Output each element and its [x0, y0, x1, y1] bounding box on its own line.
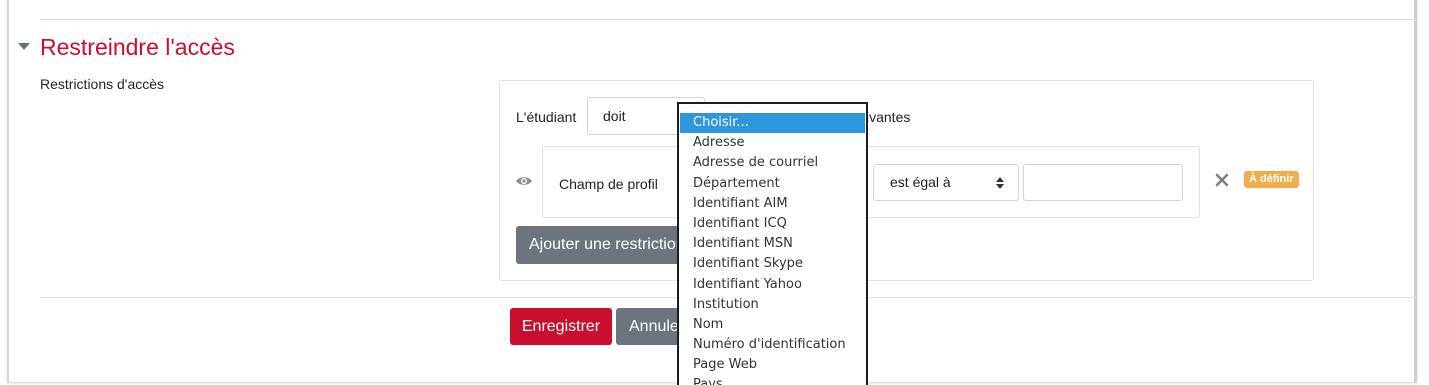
status-badge: À définir: [1244, 171, 1299, 188]
conditions-text: ivantes: [866, 109, 911, 125]
eye-icon[interactable]: [515, 175, 533, 187]
operator-value: est égal à: [890, 174, 951, 190]
dropdown-option[interactable]: Pays: [679, 375, 866, 385]
dropdown-option[interactable]: Identifiant Yahoo: [679, 275, 866, 295]
close-icon[interactable]: [1215, 173, 1229, 187]
dropdown-option[interactable]: Numéro d'identification: [679, 335, 866, 355]
add-restriction-button[interactable]: Ajouter une restriction: [516, 226, 692, 264]
dropdown-option[interactable]: Département: [679, 174, 866, 194]
dropdown-option[interactable]: Nom: [679, 315, 866, 335]
dropdown-option[interactable]: Page Web: [679, 355, 866, 375]
value-input[interactable]: [1023, 164, 1183, 201]
divider: [40, 19, 1416, 20]
operator-select[interactable]: est égal à: [873, 164, 1019, 201]
dropdown-option[interactable]: Identifiant ICQ: [679, 214, 866, 234]
dropdown-option[interactable]: Institution: [679, 295, 866, 315]
profile-field-dropdown[interactable]: Choisir... Adresse Adresse de courriel D…: [677, 102, 868, 385]
save-button[interactable]: Enregistrer: [510, 308, 612, 345]
dropdown-option[interactable]: Identifiant MSN: [679, 234, 866, 254]
section-title[interactable]: Restreindre l'accès: [40, 33, 235, 61]
dropdown-option[interactable]: Adresse de courriel: [679, 153, 866, 173]
dropdown-option[interactable]: Identifiant Skype: [679, 254, 866, 274]
dropdown-option[interactable]: Identifiant AIM: [679, 194, 866, 214]
student-label: L'étudiant: [516, 109, 577, 125]
dropdown-option[interactable]: Adresse: [679, 133, 866, 153]
condition-label: Champ de profil: [559, 176, 658, 192]
chevron-down-icon[interactable]: [18, 43, 30, 50]
sort-arrows-icon: [996, 177, 1004, 189]
dropdown-option[interactable]: Choisir...: [680, 113, 865, 134]
field-label: Restrictions d'accès: [40, 76, 165, 92]
